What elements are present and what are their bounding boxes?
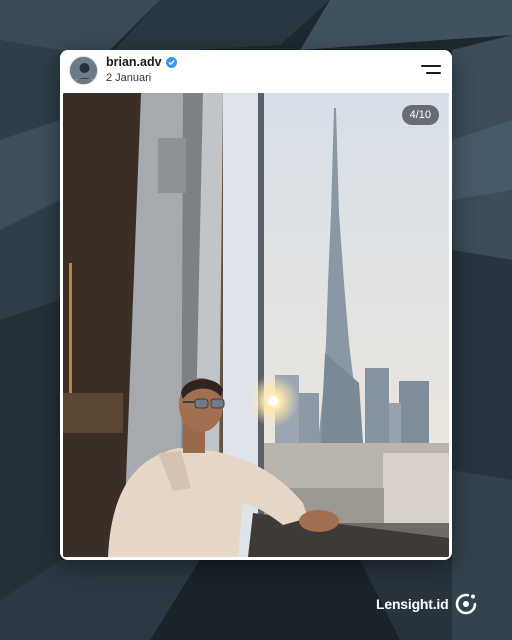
brand-name: Lensight.id: [376, 596, 449, 612]
menu-icon[interactable]: [421, 64, 441, 78]
avatar-image: [70, 57, 97, 84]
image-counter-badge: 4/10: [401, 105, 439, 125]
username[interactable]: brian.adv: [106, 55, 162, 69]
avatar[interactable]: [69, 56, 98, 85]
post-date: 2 Januari: [106, 72, 152, 84]
lensight-logo-icon: [456, 593, 477, 615]
post-photo[interactable]: 4/10: [63, 93, 449, 557]
verified-badge-icon: [165, 56, 177, 68]
username-row: brian.adv: [106, 55, 177, 69]
photo-illustration: [63, 93, 449, 557]
post-header: brian.adv 2 Januari: [60, 50, 452, 92]
watermark: Lensight.id: [376, 592, 478, 616]
post-card: brian.adv 2 Januari 4/10: [60, 50, 452, 560]
